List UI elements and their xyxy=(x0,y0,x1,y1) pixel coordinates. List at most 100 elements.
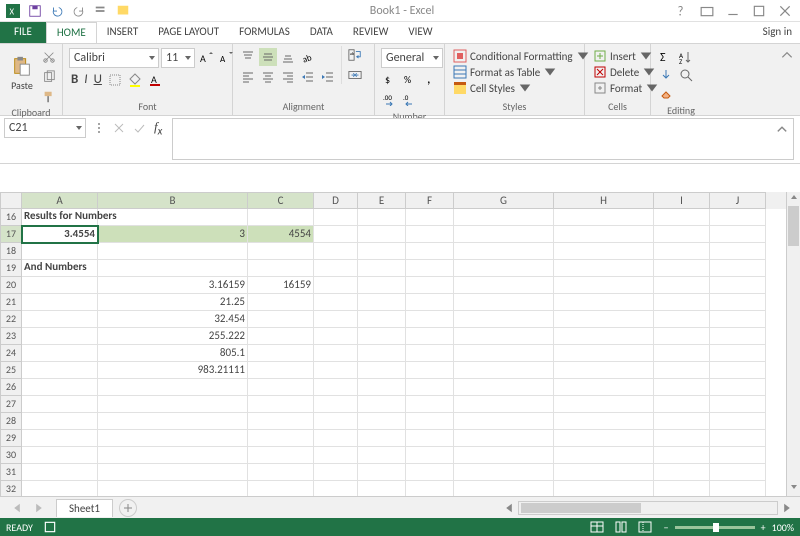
close-icon[interactable] xyxy=(776,2,794,20)
row-header[interactable]: 26 xyxy=(0,379,22,396)
cell[interactable] xyxy=(710,464,766,481)
fill-icon[interactable] xyxy=(657,66,675,84)
scroll-track[interactable] xyxy=(787,206,800,482)
cell[interactable] xyxy=(710,277,766,294)
cell[interactable] xyxy=(314,396,358,413)
insert-button[interactable]: Insert xyxy=(591,48,655,64)
cell[interactable] xyxy=(314,362,358,379)
cell[interactable] xyxy=(358,396,406,413)
cell[interactable] xyxy=(314,328,358,345)
cell[interactable] xyxy=(554,413,654,430)
cell[interactable] xyxy=(454,209,554,226)
cell[interactable] xyxy=(358,226,406,243)
cell[interactable] xyxy=(406,481,454,496)
cell[interactable] xyxy=(358,260,406,277)
cell[interactable] xyxy=(654,481,710,496)
format-painter-icon[interactable] xyxy=(40,88,58,106)
cell[interactable] xyxy=(248,294,314,311)
cell[interactable]: 16159 xyxy=(248,277,314,294)
bold-icon[interactable]: B xyxy=(69,70,80,89)
cell[interactable] xyxy=(358,243,406,260)
cell[interactable] xyxy=(654,396,710,413)
cell[interactable] xyxy=(314,413,358,430)
cell[interactable] xyxy=(248,481,314,496)
cell[interactable] xyxy=(98,481,248,496)
cell[interactable] xyxy=(314,464,358,481)
cell[interactable] xyxy=(248,362,314,379)
column-header[interactable]: D xyxy=(314,192,358,209)
cell[interactable] xyxy=(406,243,454,260)
cell[interactable] xyxy=(406,260,454,277)
cell[interactable] xyxy=(554,379,654,396)
formula-bar[interactable] xyxy=(172,118,794,160)
cell[interactable] xyxy=(654,464,710,481)
page-layout-view-icon[interactable] xyxy=(612,518,630,536)
cell[interactable] xyxy=(358,481,406,496)
column-header[interactable]: C xyxy=(248,192,314,209)
cell[interactable] xyxy=(654,413,710,430)
cell[interactable] xyxy=(454,260,554,277)
cell[interactable] xyxy=(98,396,248,413)
cell[interactable] xyxy=(98,464,248,481)
row-header[interactable]: 28 xyxy=(0,413,22,430)
cell[interactable] xyxy=(98,260,248,277)
cell[interactable] xyxy=(358,362,406,379)
cell[interactable] xyxy=(654,328,710,345)
cell[interactable] xyxy=(454,294,554,311)
cell[interactable] xyxy=(406,362,454,379)
cell[interactable] xyxy=(22,430,98,447)
cell[interactable] xyxy=(22,413,98,430)
cell[interactable] xyxy=(554,430,654,447)
comma-format-icon[interactable]: , xyxy=(421,70,439,88)
sort-filter-icon[interactable]: AZ xyxy=(677,48,695,66)
border-icon[interactable] xyxy=(106,71,124,89)
align-bottom-icon[interactable] xyxy=(279,48,297,66)
fill-color-icon[interactable] xyxy=(126,71,144,89)
row-header[interactable]: 25 xyxy=(0,362,22,379)
cell[interactable] xyxy=(406,413,454,430)
cell[interactable] xyxy=(710,328,766,345)
expand-formula-icon[interactable] xyxy=(773,121,791,139)
cell[interactable] xyxy=(358,464,406,481)
row-header[interactable]: 30 xyxy=(0,447,22,464)
cell[interactable]: 21.25 xyxy=(98,294,248,311)
cell[interactable] xyxy=(710,226,766,243)
cell[interactable] xyxy=(22,345,98,362)
cell[interactable] xyxy=(98,379,248,396)
cell[interactable] xyxy=(248,464,314,481)
name-box[interactable]: C21 xyxy=(4,118,86,138)
scroll-left-icon[interactable] xyxy=(500,499,518,517)
cell[interactable] xyxy=(710,413,766,430)
row-header[interactable]: 18 xyxy=(0,243,22,260)
cell[interactable] xyxy=(22,447,98,464)
cell[interactable] xyxy=(358,328,406,345)
cell[interactable] xyxy=(454,226,554,243)
collapse-ribbon-icon[interactable] xyxy=(778,46,796,64)
cell[interactable] xyxy=(406,464,454,481)
column-header[interactable]: I xyxy=(654,192,710,209)
hscroll-track[interactable] xyxy=(518,501,778,515)
cell[interactable] xyxy=(654,260,710,277)
scroll-right-icon[interactable] xyxy=(778,499,796,517)
cell[interactable] xyxy=(22,328,98,345)
row-header[interactable]: 31 xyxy=(0,464,22,481)
cell[interactable] xyxy=(406,277,454,294)
row-header[interactable]: 24 xyxy=(0,345,22,362)
wrap-text-icon[interactable]: ab xyxy=(346,46,364,64)
cell[interactable] xyxy=(22,362,98,379)
row-header[interactable]: 23 xyxy=(0,328,22,345)
align-middle-icon[interactable] xyxy=(259,48,277,66)
orientation-icon[interactable]: ab xyxy=(299,48,317,66)
cell[interactable] xyxy=(454,362,554,379)
split-icon[interactable] xyxy=(90,119,108,137)
cell[interactable] xyxy=(248,243,314,260)
cell[interactable]: 805.1 xyxy=(98,345,248,362)
cell[interactable] xyxy=(248,447,314,464)
format-as-table-button[interactable]: Format as Table xyxy=(451,64,559,80)
tab-page-layout[interactable]: PAGE LAYOUT xyxy=(148,22,229,43)
paste-button[interactable]: Paste xyxy=(4,46,40,100)
cell[interactable] xyxy=(358,277,406,294)
conditional-formatting-button[interactable]: Conditional Formatting xyxy=(451,48,592,64)
cell[interactable] xyxy=(406,345,454,362)
cell[interactable] xyxy=(22,209,98,226)
